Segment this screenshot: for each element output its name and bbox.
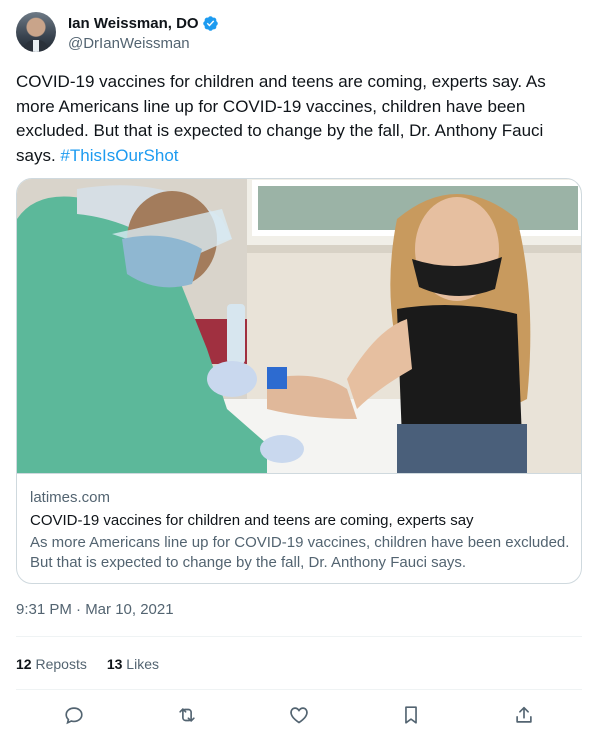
author-handle[interactable]: @DrIanWeissman xyxy=(68,35,219,52)
likes-count: 13 xyxy=(106,656,123,672)
author-names: Ian Weissman, DO @DrIanWeissman xyxy=(68,13,219,52)
tweet-header: Ian Weissman, DO @DrIanWeissman xyxy=(16,12,582,54)
reposts-label: Reposts xyxy=(35,656,87,672)
reposts-stat[interactable]: 12 Reposts xyxy=(16,654,87,674)
like-icon xyxy=(290,707,308,724)
card-domain: latimes.com xyxy=(30,489,111,506)
reposts-count: 12 xyxy=(16,656,32,672)
bookmark-icon xyxy=(405,706,417,724)
card-info: latimes.com COVID-19 vaccines for childr… xyxy=(30,488,570,573)
avatar-collar xyxy=(33,40,39,52)
divider xyxy=(16,689,582,690)
bookmark-button[interactable] xyxy=(396,700,426,730)
card-image[interactable] xyxy=(17,179,581,474)
divider xyxy=(16,636,582,637)
tweet-stats: 12 Reposts 13 Likes xyxy=(16,654,179,674)
reply-button[interactable] xyxy=(59,700,89,730)
card-description: As more Americans line up for COVID-19 v… xyxy=(30,534,570,571)
name-row: Ian Weissman, DO xyxy=(68,13,219,33)
verified-badge-icon xyxy=(202,15,219,32)
display-name[interactable]: Ian Weissman, DO xyxy=(68,15,199,32)
card-title: COVID-19 vaccines for children and teens… xyxy=(30,512,474,529)
card-photo xyxy=(17,179,581,473)
repost-icon xyxy=(179,708,195,722)
share-button[interactable] xyxy=(509,700,539,730)
action-bar xyxy=(16,700,582,730)
avatar[interactable] xyxy=(16,12,56,52)
likes-label: Likes xyxy=(126,656,159,672)
likes-stat[interactable]: 13 Likes xyxy=(107,654,159,674)
link-card[interactable]: latimes.com COVID-19 vaccines for childr… xyxy=(16,178,582,584)
hashtag-link[interactable]: #ThisIsOurShot xyxy=(60,146,178,165)
tweet-text: COVID-19 vaccines for children and teens… xyxy=(16,70,576,168)
share-icon xyxy=(516,706,532,723)
reply-icon xyxy=(65,707,83,725)
repost-button[interactable] xyxy=(172,700,202,730)
like-button[interactable] xyxy=(284,700,314,730)
tweet-timestamp[interactable]: 9:31 PM · Mar 10, 2021 xyxy=(16,600,174,620)
